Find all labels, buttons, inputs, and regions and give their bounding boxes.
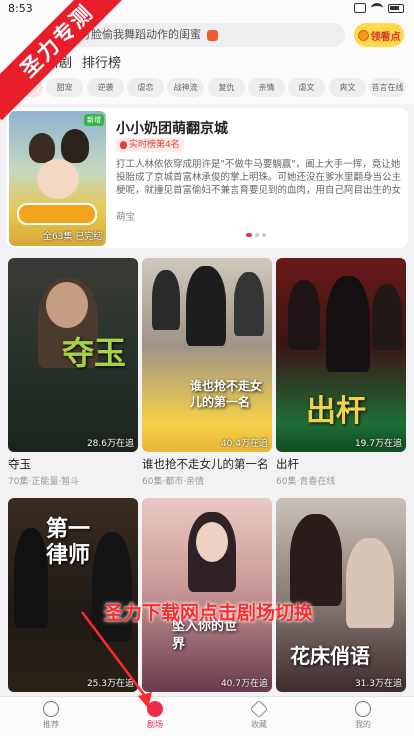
rank-label: 实时榜第4名 — [129, 140, 180, 150]
drama-poster: 花床俏语 — [276, 498, 406, 692]
poster-figure — [152, 270, 180, 330]
nav-recommend[interactable]: 推荐 — [21, 701, 81, 730]
poster-logo — [17, 203, 97, 225]
drama-poster: 出杆 — [276, 258, 406, 452]
coin-icon — [357, 29, 369, 41]
earn-points-button[interactable]: 领看点 — [354, 23, 404, 47]
flame-icon — [120, 141, 127, 149]
carousel-indicator — [246, 233, 266, 237]
view-count: 19.7万在追 — [354, 439, 402, 449]
category-tab[interactable]: 逆袭 — [87, 78, 124, 97]
poster-title-art: 第一律师 — [46, 516, 91, 568]
carousel-dot — [262, 233, 266, 237]
poster-title-art: 谁也抢不走女儿的第一名 — [190, 379, 263, 409]
featured-drama-card[interactable]: 新增 全63集 已完结 小小奶团萌翻京城 实时榜第4名 打工人林依依穿成朋许是"… — [6, 108, 408, 248]
drama-meta: 60集·青春在线 — [276, 477, 336, 487]
poster-figure — [61, 129, 89, 163]
nav-theater[interactable]: 剧场 — [125, 701, 185, 730]
bottom-nav: 推荐 剧场 收藏 我的 — [0, 696, 414, 736]
category-tab[interactable]: 甜宠 — [46, 78, 83, 97]
nav-favorites[interactable]: 收藏 — [229, 699, 289, 730]
drama-meta: 70集·正能量·暂斗 — [8, 477, 80, 487]
episode-count: 全63集 已完结 — [43, 232, 103, 242]
view-count: 31.3万在追 — [354, 679, 402, 689]
category-tab[interactable]: 虐文 — [288, 78, 325, 97]
view-count: 25.3万在追 — [86, 679, 134, 689]
poster-title-art: 花床俏语 — [290, 644, 370, 668]
rank-badge: 实时榜第4名 — [116, 138, 184, 152]
search-placeholder: 打脸偷我舞蹈动作的闺蜜 — [80, 28, 201, 41]
wifi-icon — [371, 3, 383, 13]
recommend-icon — [43, 701, 59, 717]
status-icons — [354, 3, 404, 13]
poster-figure — [234, 272, 264, 336]
drama-poster: 第一律师 — [8, 498, 138, 692]
poster-figure — [372, 284, 402, 350]
featured-poster: 新增 全63集 已完结 — [9, 111, 106, 246]
theater-icon — [147, 701, 163, 717]
poster-figure — [326, 276, 370, 372]
poster-figure — [288, 280, 320, 350]
earn-label: 领看点 — [370, 31, 401, 43]
nav-profile[interactable]: 我的 — [333, 701, 393, 730]
poster-figure — [290, 514, 342, 606]
view-count: 40.4万在追 — [220, 439, 268, 449]
tab-ranking[interactable]: 排行榜 — [82, 52, 121, 71]
nav-label: 收藏 — [251, 720, 267, 729]
drama-title: 谁也抢不走女儿的第一名 — [142, 457, 269, 471]
overlay-annotation: 圣力下载网点击剧场切换 — [104, 602, 314, 624]
category-tabs: 推荐 甜宠 逆袭 虐恋 战神流 复仇 亲情 虐文 爽文 苔言在线 — [0, 72, 414, 104]
poster-figure — [37, 159, 79, 199]
view-count: 40.7万在追 — [220, 679, 268, 689]
drama-meta: 60集·都市·亲情 — [142, 477, 205, 487]
star-icon — [249, 699, 269, 719]
nav-label: 剧场 — [147, 720, 163, 729]
category-tab[interactable]: 爽文 — [329, 78, 366, 97]
poster-title-art: 出杆 — [306, 394, 366, 429]
nav-label: 推荐 — [43, 720, 59, 729]
category-tab[interactable]: 亲情 — [248, 78, 285, 97]
drama-title: 夺玉 — [8, 457, 31, 471]
featured-title: 小小奶团萌翻京城 — [116, 121, 228, 137]
drama-poster: 谁也抢不走女儿的第一名 — [142, 258, 272, 452]
category-tab[interactable]: 战神流 — [167, 78, 204, 97]
profile-icon — [355, 701, 371, 717]
signal-icon — [354, 3, 366, 13]
category-tab[interactable]: 复仇 — [208, 78, 245, 97]
hot-icon — [206, 29, 218, 41]
carousel-dot — [246, 233, 252, 237]
search-input[interactable]: 打脸偷我舞蹈动作的闺蜜 — [70, 23, 345, 47]
new-badge: 新增 — [84, 114, 104, 126]
poster-figure — [29, 133, 55, 163]
poster-title-art: 夺玉 — [62, 334, 127, 372]
carousel-dot — [255, 233, 259, 237]
view-count: 28.6万在追 — [86, 439, 134, 449]
drama-poster: 坠入你的世界 — [142, 498, 272, 692]
poster-figure — [46, 282, 88, 328]
status-time: 8:53 — [8, 2, 33, 15]
featured-description: 打工人林依依穿成朋许是"不做牛马要躺赢"，阖上大手一挥，竟让她投胎成了京城首富林… — [116, 159, 402, 196]
drama-poster: 夺玉 — [8, 258, 138, 452]
drama-title: 出杆 — [276, 457, 299, 471]
category-tab[interactable]: 苔言在线 — [369, 78, 406, 97]
poster-figure — [14, 528, 48, 628]
poster-figure — [186, 266, 226, 346]
nav-label: 我的 — [355, 720, 371, 729]
poster-figure — [196, 522, 228, 562]
category-tab[interactable]: 虐恋 — [127, 78, 164, 97]
featured-genre: 萌宝 — [116, 212, 136, 223]
battery-icon — [388, 3, 404, 13]
poster-figure — [346, 538, 394, 628]
